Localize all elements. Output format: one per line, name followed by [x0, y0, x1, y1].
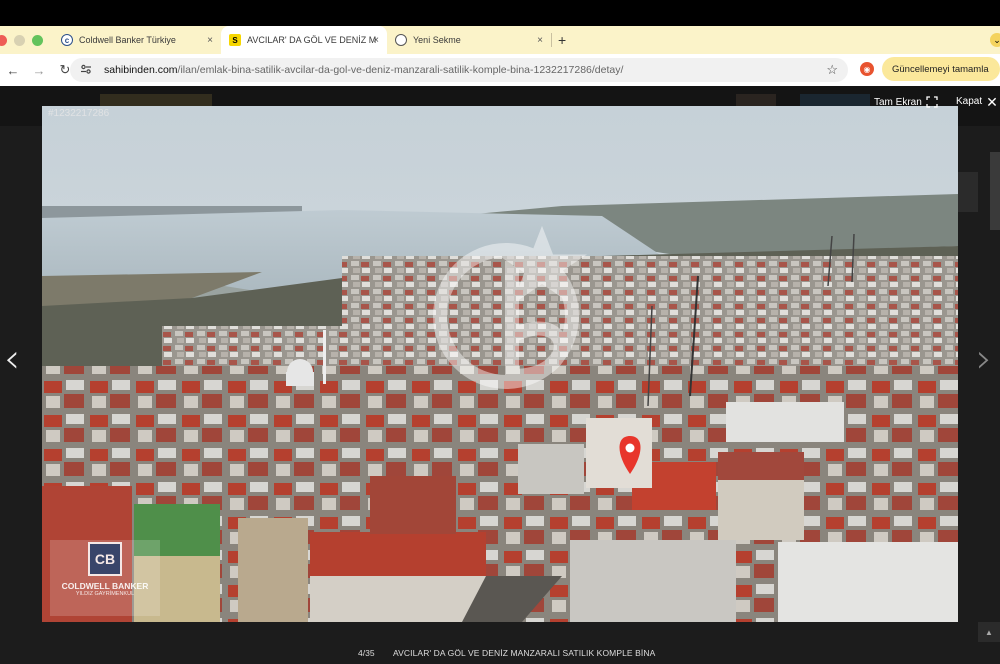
- globe-icon: [395, 34, 407, 46]
- listing-number: #1232217286: [48, 108, 110, 119]
- tab-sahibinden[interactable]: S AVCILAR' DA GÖL VE DENİZ M ×: [221, 26, 387, 54]
- fullscreen-button[interactable]: Tam Ekran: [874, 96, 938, 108]
- photo-caption-bar: 4/35 AVCILAR' DA GÖL VE DENİZ MANZARALI …: [0, 642, 1000, 664]
- close-label: Kapat: [956, 96, 983, 107]
- coldwell-banker-icon: c: [61, 34, 73, 46]
- previous-photo-button[interactable]: ‹: [4, 336, 20, 382]
- url-text: sahibinden.com/ilan/emlak-bina-satilik-a…: [104, 64, 624, 76]
- logo-brand: COLDWELL BANKER: [61, 581, 149, 591]
- tab-title: Yeni Sekme: [413, 35, 461, 45]
- cb-logo-mark: CB: [88, 542, 122, 576]
- close-icon: ✕: [986, 93, 998, 110]
- photo-caption: AVCILAR' DA GÖL VE DENİZ MANZARALI SATIL…: [393, 648, 656, 658]
- photo-viewer: CB COLDWELL BANKER YILDIZ GAYRİMENKUL #1…: [0, 86, 1000, 664]
- coldwell-banker-logo: CB COLDWELL BANKER YILDIZ GAYRİMENKUL: [52, 542, 158, 616]
- tab-search-button[interactable]: ⌄: [990, 33, 1000, 47]
- back-button[interactable]: ←: [0, 63, 26, 78]
- address-bar[interactable]: sahibinden.com/ilan/emlak-bina-satilik-a…: [70, 58, 848, 82]
- top-strip: [0, 0, 1000, 26]
- window-controls: [0, 34, 43, 46]
- tab-title: AVCILAR' DA GÖL VE DENİZ M: [247, 35, 377, 45]
- tab-bar: c Coldwell Banker Türkiye × S AVCILAR' D…: [0, 26, 1000, 54]
- more-menu-icon[interactable]: ⋮: [997, 64, 1000, 75]
- zoom-window-button[interactable]: [32, 34, 43, 46]
- photo-counter: 4/35: [358, 648, 375, 658]
- forward-button[interactable]: →: [26, 63, 52, 78]
- tab-new-tab[interactable]: Yeni Sekme ×: [387, 26, 551, 54]
- update-button[interactable]: Güncellemeyi tamamla ⋮: [882, 57, 1000, 81]
- tab-separator: [551, 33, 552, 47]
- aerial-city-photo: [42, 106, 958, 622]
- sahibinden-icon: S: [229, 34, 241, 46]
- fullscreen-label: Tam Ekran: [874, 96, 922, 108]
- tab-close-icon[interactable]: ×: [207, 35, 213, 46]
- tab-title: Coldwell Banker Türkiye: [79, 35, 176, 45]
- bookmark-star-icon[interactable]: ☆: [826, 62, 838, 78]
- new-tab-button[interactable]: +: [558, 32, 566, 48]
- update-button-label: Güncellemeyi tamamla: [892, 63, 989, 75]
- tab-close-icon[interactable]: ×: [537, 35, 543, 46]
- listing-photo[interactable]: CB COLDWELL BANKER YILDIZ GAYRİMENKUL: [42, 106, 958, 622]
- extension-icon[interactable]: ◉: [860, 62, 874, 76]
- tab-close-icon[interactable]: ×: [373, 35, 379, 46]
- close-viewer-button[interactable]: Kapat ✕: [956, 93, 998, 110]
- site-info-icon[interactable]: [80, 63, 94, 78]
- logo-subtitle: YILDIZ GAYRİMENKUL: [75, 591, 135, 597]
- minimize-window-button[interactable]: [14, 34, 25, 46]
- fullscreen-icon: [926, 96, 938, 108]
- next-photo-button[interactable]: ›: [976, 336, 992, 382]
- close-window-button[interactable]: [0, 34, 7, 46]
- tab-coldwell-banker[interactable]: c Coldwell Banker Türkiye ×: [53, 26, 221, 54]
- background-panel: [958, 172, 978, 212]
- scroll-top-button[interactable]: ▲: [978, 622, 1000, 642]
- background-panel: [990, 152, 1000, 230]
- toolbar: ← → ↻ sahibinden.com/ilan/emlak-bina-sat…: [0, 54, 1000, 86]
